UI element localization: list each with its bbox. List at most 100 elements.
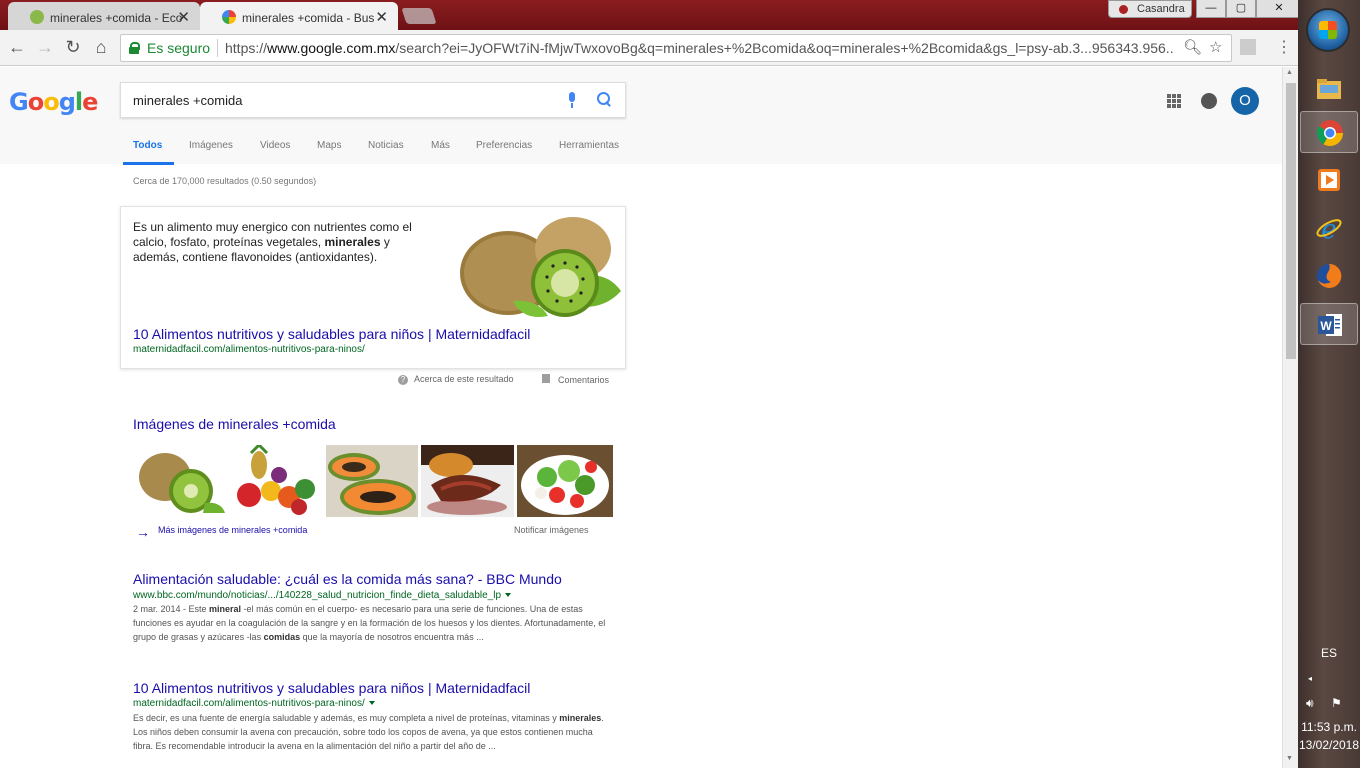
snippet-title-link[interactable]: 10 Alimentos nutritivos y saludables par… bbox=[133, 326, 530, 342]
result-snippet: Es decir, es una fuente de energía salud… bbox=[133, 711, 613, 753]
tab-maps[interactable]: Maps bbox=[317, 140, 341, 151]
result-url[interactable]: maternidadfacil.com/alimentos-nutritivos… bbox=[133, 698, 375, 709]
tab-mas[interactable]: Más bbox=[431, 140, 450, 151]
tab-label: minerales +comida - Eco bbox=[50, 11, 183, 25]
result-url-text: www.bbc.com/mundo/noticias/.../140228_sa… bbox=[133, 590, 502, 601]
result-url-text: maternidadfacil.com/alimentos-nutritivos… bbox=[133, 698, 365, 709]
scrollbar-thumb[interactable] bbox=[1286, 83, 1296, 359]
divider bbox=[217, 39, 218, 57]
back-arrow-icon[interactable]: ← bbox=[6, 37, 28, 58]
snippet-text: Es decir, es una fuente de energía salud… bbox=[133, 713, 560, 723]
forward-arrow-icon[interactable]: → bbox=[34, 37, 56, 58]
tab-noticias[interactable]: Noticias bbox=[368, 140, 404, 151]
snippet-bold: minerales bbox=[324, 235, 381, 249]
images-section-title[interactable]: Imágenes de minerales +comida bbox=[133, 416, 336, 432]
profile-button[interactable]: Casandra bbox=[1108, 0, 1192, 18]
url-rest: /search?ei=JyOFWt7iN-fMjwTwxovoBg&q=mine… bbox=[395, 40, 1175, 56]
apps-grid-icon[interactable] bbox=[1167, 94, 1181, 108]
menu-dots-icon[interactable]: ⋮ bbox=[1276, 37, 1292, 57]
tab-todos[interactable]: Todos bbox=[122, 140, 175, 165]
image-thumb-vegetables[interactable] bbox=[229, 445, 323, 517]
word-icon: W bbox=[1318, 314, 1342, 336]
logo-letter: o bbox=[43, 88, 59, 116]
google-favicon-icon bbox=[222, 10, 236, 24]
page-scrollbar[interactable]: ▲ ▼ bbox=[1282, 67, 1298, 768]
account-avatar[interactable]: O bbox=[1231, 87, 1259, 115]
feedback-label: Comentarios bbox=[558, 375, 610, 385]
dropdown-caret-icon[interactable] bbox=[368, 701, 375, 706]
image-thumb-kiwi[interactable] bbox=[133, 445, 227, 517]
taskbar-firefox[interactable] bbox=[1300, 255, 1358, 297]
search-icon[interactable]: 🔍︎ bbox=[1183, 38, 1202, 56]
svg-text:e: e bbox=[1321, 215, 1336, 242]
kiwi-image[interactable] bbox=[453, 211, 623, 321]
search-box[interactable]: minerales +comida bbox=[120, 82, 626, 118]
result-url[interactable]: www.bbc.com/mundo/noticias/.../140228_sa… bbox=[133, 590, 512, 601]
start-button[interactable] bbox=[1306, 8, 1350, 52]
logo-letter: G bbox=[9, 88, 29, 116]
search-icon[interactable] bbox=[597, 92, 611, 106]
taskbar-media-player[interactable] bbox=[1300, 159, 1358, 201]
folder-icon bbox=[1317, 79, 1341, 99]
taskbar-file-explorer[interactable] bbox=[1300, 68, 1358, 110]
new-tab-button[interactable] bbox=[401, 8, 437, 24]
search-query[interactable]: minerales +comida bbox=[133, 93, 242, 108]
taskbar-chrome[interactable] bbox=[1300, 111, 1358, 153]
action-center-flag-icon[interactable]: ⚑ bbox=[1331, 696, 1342, 710]
address-bar[interactable]: Es seguro https://www.google.com.mx/sear… bbox=[120, 34, 1232, 62]
dropdown-caret-icon[interactable] bbox=[505, 593, 512, 598]
tab-herramientas[interactable]: Herramientas bbox=[559, 140, 619, 151]
image-thumb-salad[interactable] bbox=[517, 445, 613, 517]
feedback-link[interactable]: Comentarios bbox=[542, 374, 609, 385]
language-indicator[interactable]: ES bbox=[1321, 646, 1337, 660]
close-window-button[interactable]: ✕ bbox=[1256, 0, 1302, 18]
taskbar-word[interactable]: W bbox=[1300, 303, 1358, 345]
snippet-text: que la mayoría de nosotros encuentra más… bbox=[300, 632, 484, 642]
clock-time: 11:53 p.m. bbox=[1301, 720, 1357, 734]
about-result-link[interactable]: ? Acerca de este resultado bbox=[398, 374, 514, 385]
reload-icon[interactable]: ↻ bbox=[62, 37, 84, 58]
volume-icon[interactable]: 🔊︎ bbox=[1306, 696, 1314, 711]
featured-snippet: Es un alimento muy energico con nutrient… bbox=[120, 206, 626, 369]
tab-google-search[interactable]: minerales +comida - Bus ✕ bbox=[200, 2, 398, 30]
snippet-description: Es un alimento muy energico con nutrient… bbox=[133, 220, 433, 265]
tab-imagenes[interactable]: Imágenes bbox=[189, 140, 233, 151]
image-thumb-papaya[interactable] bbox=[326, 445, 418, 517]
bookmark-star-icon[interactable]: ☆ bbox=[1209, 38, 1222, 56]
image-thumb-meat[interactable] bbox=[421, 445, 514, 517]
minimize-button[interactable]: — bbox=[1196, 0, 1226, 18]
chrome-icon bbox=[1316, 120, 1344, 147]
system-clock[interactable]: 11:53 p.m. 13/02/2018 bbox=[1298, 718, 1360, 754]
notifications-icon[interactable] bbox=[1201, 93, 1217, 109]
taskbar-internet-explorer[interactable]: e bbox=[1300, 207, 1358, 249]
arrow-right-icon[interactable]: → bbox=[136, 524, 150, 540]
url-text[interactable]: https://www.google.com.mx/search?ei=JyOF… bbox=[225, 40, 1175, 56]
report-images-link[interactable]: Notificar imágenes bbox=[514, 525, 589, 535]
result-title-link[interactable]: 10 Alimentos nutritivos y saludables par… bbox=[133, 680, 530, 696]
tab-videos[interactable]: Videos bbox=[260, 140, 290, 151]
snippet-url[interactable]: maternidadfacil.com/alimentos-nutritivos… bbox=[133, 344, 365, 355]
result-stats: Cerca de 170,000 resultados (0.50 segund… bbox=[133, 176, 317, 186]
window-controls: — ▢ ✕ bbox=[1196, 0, 1302, 18]
scroll-up-icon[interactable]: ▲ bbox=[1286, 69, 1293, 76]
internet-explorer-icon: e bbox=[1316, 215, 1342, 242]
tab-preferencias[interactable]: Preferencias bbox=[476, 140, 532, 151]
tab-close-icon[interactable]: ✕ bbox=[177, 8, 190, 26]
home-icon[interactable]: ⌂ bbox=[90, 37, 112, 58]
snippet-bold: comidas bbox=[263, 632, 301, 642]
url-prefix: https:// bbox=[225, 40, 268, 56]
result-title-link[interactable]: Alimentación saludable: ¿cuál es la comi… bbox=[133, 571, 562, 587]
scroll-down-icon[interactable]: ▼ bbox=[1286, 755, 1293, 762]
tab-close-icon[interactable]: ✕ bbox=[375, 8, 388, 26]
extension-icon[interactable] bbox=[1240, 39, 1256, 55]
tray-expand-icon[interactable]: ◂ bbox=[1308, 674, 1312, 683]
snippet-bold: minerales bbox=[559, 713, 602, 723]
more-images-link[interactable]: Más imágenes de minerales +comida bbox=[158, 525, 307, 535]
tab-ecosia[interactable]: minerales +comida - Eco ✕ bbox=[8, 2, 200, 30]
microphone-icon[interactable] bbox=[567, 92, 577, 108]
clock-date: 13/02/2018 bbox=[1298, 738, 1360, 752]
maximize-button[interactable]: ▢ bbox=[1226, 0, 1256, 18]
logo-letter: e bbox=[82, 88, 98, 116]
google-logo[interactable]: Google bbox=[9, 88, 98, 116]
result-date: 2 mar. 2014 - bbox=[133, 604, 189, 614]
